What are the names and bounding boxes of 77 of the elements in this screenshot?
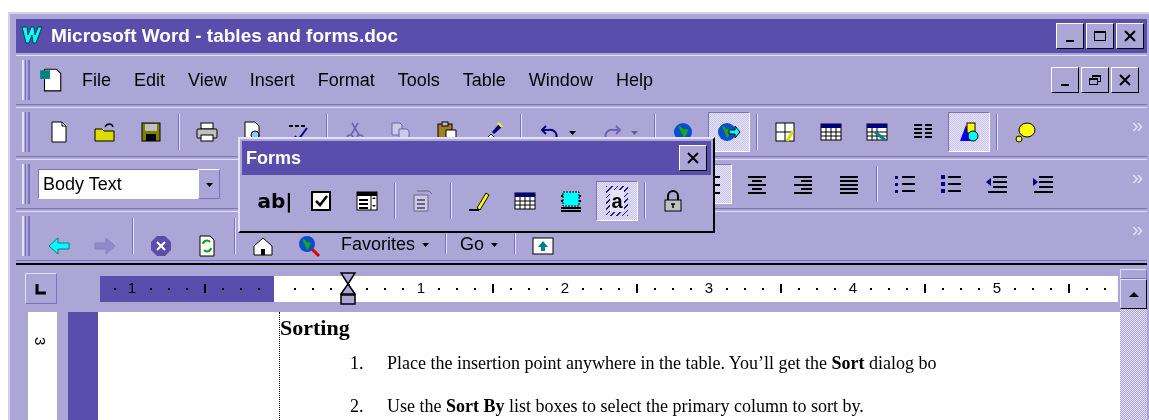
menu-item[interactable]: Format (309, 65, 383, 95)
split-handle[interactable] (1120, 269, 1147, 279)
ruler-number: 1 (416, 277, 426, 298)
stop-sign-icon (149, 234, 173, 258)
hatched-frame-icon (559, 189, 583, 213)
caret-icon (490, 240, 500, 248)
table-grid-icon (819, 120, 843, 144)
drawing-button[interactable] (948, 112, 990, 152)
restore-icon (1088, 74, 1102, 86)
left-tab-icon (34, 281, 48, 296)
table-grid-icon (513, 189, 537, 213)
toolbar-menu-button[interactable]: Go (453, 229, 507, 259)
tab-selector-button[interactable] (25, 273, 57, 304)
form-field-shading-button[interactable]: a (596, 181, 638, 221)
toolbar-menu-button[interactable]: Favorites (334, 229, 438, 259)
caret-icon (204, 180, 214, 188)
ruler-number: 1 (127, 277, 137, 298)
menu-item[interactable]: View (180, 65, 235, 95)
close-icon (686, 152, 700, 164)
toolbar-grip[interactable] (22, 164, 30, 204)
maximize-icon (1093, 30, 1107, 42)
list-box-icon (355, 189, 379, 213)
window-title: Microsoft Word - tables and forms.doc (51, 23, 398, 48)
restore-button[interactable] (1081, 67, 1109, 93)
toolbar-title: Forms (246, 146, 301, 170)
minimize-icon (1066, 40, 1074, 42)
text-field-button[interactable]: ab| (254, 181, 296, 221)
dropdown-button[interactable] (198, 169, 220, 199)
close-button[interactable] (1116, 23, 1144, 49)
menu-item[interactable]: Insert (241, 65, 303, 95)
menu-item[interactable]: Tools (389, 65, 448, 95)
list-item-text: Place the insertion point anywhere in the table. You’ll get the Sort dialog bo (387, 352, 937, 375)
printer-icon (195, 120, 219, 144)
ruler-number: 3 (31, 337, 51, 346)
list-item-text: Use the Sort By list boxes to select the primary column to sort by. (387, 395, 864, 418)
folder-icon (93, 120, 117, 144)
menu-item[interactable]: Window (520, 65, 601, 95)
ruler-number: 4 (848, 277, 858, 298)
close-icon (1118, 74, 1132, 86)
list-number: 1. (350, 352, 365, 375)
bulleted-list-icon (939, 172, 963, 196)
ticked-square-icon (309, 189, 333, 213)
indent-marker[interactable] (340, 271, 356, 306)
toolbar-grip[interactable] (22, 216, 30, 256)
spreadsheet-icon (865, 120, 889, 144)
document-icon[interactable] (38, 67, 64, 93)
globe-arrow-icon (717, 120, 741, 144)
toolbar-grip[interactable] (22, 112, 30, 152)
maximize-button[interactable] (1086, 23, 1114, 49)
menu-item[interactable]: Edit (126, 65, 174, 95)
ruler-number: 3 (704, 277, 714, 298)
minimize-button[interactable] (1056, 23, 1084, 49)
up-arrow-icon (1127, 289, 1140, 299)
menu-item[interactable]: Table (454, 65, 514, 95)
padlock-icon (661, 189, 685, 213)
minimize-button[interactable] (1051, 67, 1079, 93)
section-heading: Sorting (280, 314, 350, 342)
speech-bubble-icon (1013, 120, 1037, 144)
ruler-number: 5 (992, 277, 1002, 298)
scroll-up-button[interactable] (1120, 279, 1147, 309)
globe-magnifier-icon (297, 234, 321, 258)
toolbar-grip[interactable] (22, 60, 30, 100)
close-button[interactable] (1111, 67, 1139, 93)
close-icon (1123, 30, 1137, 42)
left-arrow-icon (47, 234, 71, 258)
close-button[interactable] (679, 145, 707, 171)
table-pencil-icon (773, 120, 797, 144)
style-field[interactable]: Body Text (38, 169, 198, 199)
shapes-icon (957, 120, 981, 144)
ruler-number: 2 (560, 277, 570, 298)
minimize-icon (1061, 84, 1069, 86)
list-number: 2. (350, 395, 365, 418)
menu-item[interactable]: Help (607, 65, 661, 95)
caret-icon (421, 240, 431, 248)
menu-item[interactable]: File (74, 65, 119, 95)
web-toolbar-button[interactable] (708, 112, 750, 152)
properties-page-icon (411, 189, 435, 213)
